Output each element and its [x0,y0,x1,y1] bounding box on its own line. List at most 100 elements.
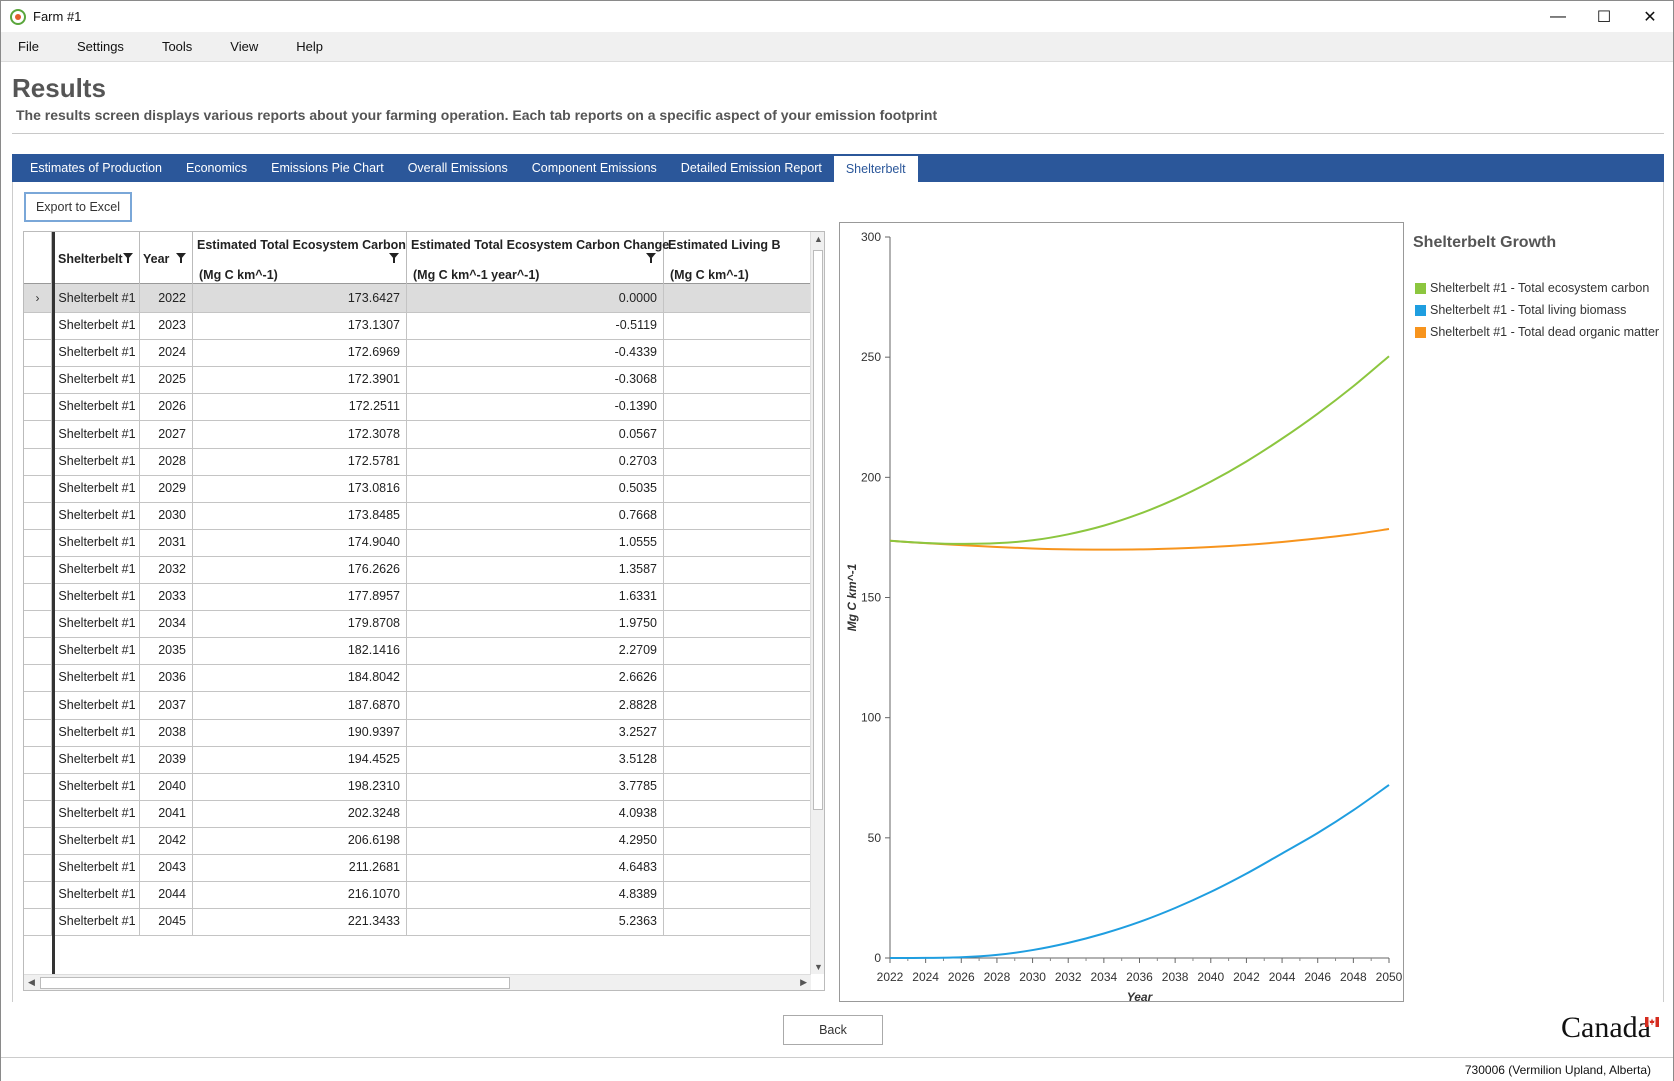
cell-year[interactable]: 2023 [140,311,193,340]
back-button[interactable]: Back [783,1015,883,1045]
cell-total-ecosystem-carbon[interactable]: 182.1416 [193,636,407,665]
cell-total-ecosystem-carbon[interactable]: 187.6870 [193,690,407,719]
cell-living-biomass[interactable] [664,907,811,935]
menu-settings[interactable]: Settings [60,39,141,54]
horizontal-scroll-thumb[interactable] [40,977,510,989]
cell-total-ecosystem-carbon[interactable]: 194.4525 [193,744,407,773]
tab-shelterbelt[interactable]: Shelterbelt [833,156,918,182]
cell-shelterbelt[interactable]: Shelterbelt #1 [55,663,140,692]
cell-living-biomass[interactable] [664,853,811,881]
cell-year[interactable]: 2032 [140,555,193,583]
row-selector[interactable] [24,609,52,638]
cell-total-ecosystem-carbon[interactable]: 216.1070 [193,880,407,909]
cell-shelterbelt[interactable]: Shelterbelt #1 [55,690,140,719]
cell-carbon-change[interactable]: -0.4339 [407,338,664,367]
cell-carbon-change[interactable]: 4.8389 [407,880,664,909]
cell-carbon-change[interactable]: 4.6483 [407,853,664,882]
cell-total-ecosystem-carbon[interactable]: 176.2626 [193,555,407,583]
row-selector[interactable] [24,880,52,909]
cell-total-ecosystem-carbon[interactable]: 174.9040 [193,527,407,556]
filter-icon[interactable] [646,253,656,263]
cell-year[interactable]: 2026 [140,392,193,421]
scroll-up-icon[interactable]: ▲ [814,234,823,244]
cell-year[interactable]: 2036 [140,663,193,692]
scroll-down-icon[interactable]: ▼ [814,962,823,972]
cell-shelterbelt[interactable]: Shelterbelt #1 [55,446,140,475]
vertical-scroll-thumb[interactable] [813,250,823,810]
row-selector[interactable] [24,311,52,340]
row-selector[interactable] [24,582,52,611]
cell-carbon-change[interactable]: 1.3587 [407,555,664,583]
cell-shelterbelt[interactable]: Shelterbelt #1 [55,500,140,529]
vertical-scrollbar[interactable]: ▲ ▼ [810,232,824,974]
minimize-button[interactable]: — [1535,1,1581,32]
cell-total-ecosystem-carbon[interactable]: 172.5781 [193,446,407,475]
table-row[interactable]: › Shelterbelt #1 2022 173.6427 0.0000 [24,284,811,313]
cell-living-biomass[interactable] [664,826,811,854]
cell-total-ecosystem-carbon[interactable]: 190.9397 [193,717,407,746]
cell-year[interactable]: 2028 [140,446,193,475]
column-header-total-ecosystem-carbon[interactable]: Estimated Total Ecosystem Carbon (Mg C k… [193,232,407,284]
column-header-year[interactable]: Year [140,232,193,284]
table-row[interactable]: Shelterbelt #1 2023 173.1307 -0.5119 [24,311,811,341]
cell-year[interactable]: 2029 [140,473,193,502]
cell-shelterbelt[interactable]: Shelterbelt #1 [55,284,140,312]
table-row[interactable]: Shelterbelt #1 2040 198.2310 3.7785 [24,771,811,801]
cell-carbon-change[interactable]: 5.2363 [407,907,664,936]
table-row[interactable]: Shelterbelt #1 2027 172.3078 0.0567 [24,419,811,449]
cell-shelterbelt[interactable]: Shelterbelt #1 [55,527,140,556]
row-selector[interactable] [24,663,52,692]
tab-overall-emissions[interactable]: Overall Emissions [396,154,520,182]
cell-total-ecosystem-carbon[interactable]: 206.6198 [193,826,407,854]
cell-living-biomass[interactable] [664,609,811,637]
cell-shelterbelt[interactable]: Shelterbelt #1 [55,582,140,611]
cell-living-biomass[interactable] [664,501,811,529]
cell-total-ecosystem-carbon[interactable]: 198.2310 [193,771,407,800]
cell-year[interactable]: 2022 [140,284,193,312]
cell-shelterbelt[interactable]: Shelterbelt #1 [55,338,140,367]
table-row[interactable]: Shelterbelt #1 2028 172.5781 0.2703 [24,446,811,476]
column-header-total-ecosystem-carbon-change[interactable]: Estimated Total Ecosystem Carbon Change … [407,232,669,284]
table-row[interactable]: Shelterbelt #1 2025 172.3901 -0.3068 [24,365,811,395]
cell-living-biomass[interactable] [664,880,811,908]
filter-icon[interactable] [389,253,399,263]
cell-shelterbelt[interactable]: Shelterbelt #1 [55,392,140,421]
cell-living-biomass[interactable] [664,799,811,827]
cell-year[interactable]: 2031 [140,527,193,556]
cell-shelterbelt[interactable]: Shelterbelt #1 [55,473,140,502]
cell-year[interactable]: 2035 [140,636,193,665]
tab-economics[interactable]: Economics [174,154,259,182]
menu-view[interactable]: View [213,39,275,54]
cell-living-biomass[interactable] [664,338,811,366]
table-row[interactable]: Shelterbelt #1 2042 206.6198 4.2950 [24,826,811,855]
cell-year[interactable]: 2045 [140,907,193,936]
cell-year[interactable]: 2043 [140,853,193,882]
cell-carbon-change[interactable]: 4.0938 [407,798,664,827]
row-selector[interactable] [24,853,52,882]
table-row[interactable]: Shelterbelt #1 2037 187.6870 2.8828 [24,690,811,720]
cell-year[interactable]: 2024 [140,338,193,367]
cell-total-ecosystem-carbon[interactable]: 177.8957 [193,582,407,611]
cell-year[interactable]: 2044 [140,880,193,909]
cell-total-ecosystem-carbon[interactable]: 173.8485 [193,500,407,529]
row-selector[interactable] [24,636,52,665]
tab-emissions-pie-chart[interactable]: Emissions Pie Chart [259,154,396,182]
cell-shelterbelt[interactable]: Shelterbelt #1 [55,880,140,909]
cell-living-biomass[interactable] [664,311,811,339]
table-row[interactable]: Shelterbelt #1 2044 216.1070 4.8389 [24,880,811,910]
row-selector[interactable] [24,798,52,827]
cell-carbon-change[interactable]: 1.6331 [407,582,664,611]
table-row[interactable]: Shelterbelt #1 2034 179.8708 1.9750 [24,609,811,639]
cell-year[interactable]: 2033 [140,582,193,611]
cell-total-ecosystem-carbon[interactable]: 179.8708 [193,609,407,638]
filter-icon[interactable] [123,253,133,263]
table-row[interactable]: Shelterbelt #1 2026 172.2511 -0.1390 [24,392,811,422]
cell-year[interactable]: 2027 [140,419,193,448]
maximize-button[interactable]: ☐ [1581,1,1627,32]
cell-living-biomass[interactable] [664,474,811,502]
cell-carbon-change[interactable]: 1.9750 [407,609,664,638]
cell-year[interactable]: 2038 [140,717,193,746]
cell-total-ecosystem-carbon[interactable]: 172.3901 [193,365,407,394]
cell-carbon-change[interactable]: 3.5128 [407,744,664,773]
cell-shelterbelt[interactable]: Shelterbelt #1 [55,636,140,665]
